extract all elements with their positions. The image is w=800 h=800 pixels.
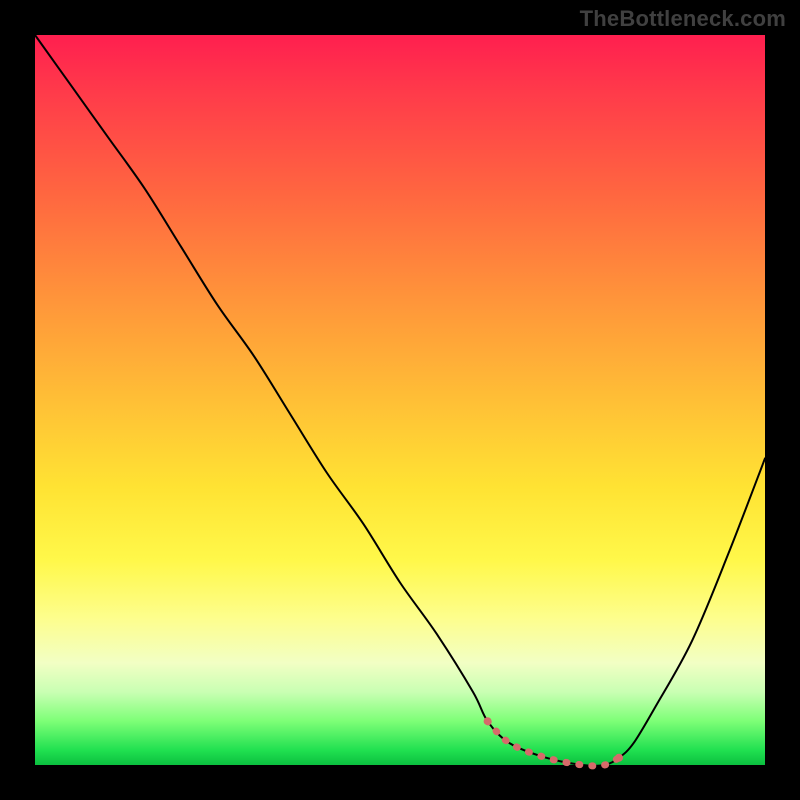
optimal-range-end-dot bbox=[615, 754, 623, 762]
optimal-range-marker bbox=[488, 721, 619, 766]
optimal-range-start-dot bbox=[484, 717, 492, 725]
watermark-text: TheBottleneck.com bbox=[580, 6, 786, 32]
curve-svg bbox=[35, 35, 765, 765]
bottleneck-curve bbox=[35, 35, 765, 766]
plot-area bbox=[35, 35, 765, 765]
chart-frame: TheBottleneck.com bbox=[0, 0, 800, 800]
